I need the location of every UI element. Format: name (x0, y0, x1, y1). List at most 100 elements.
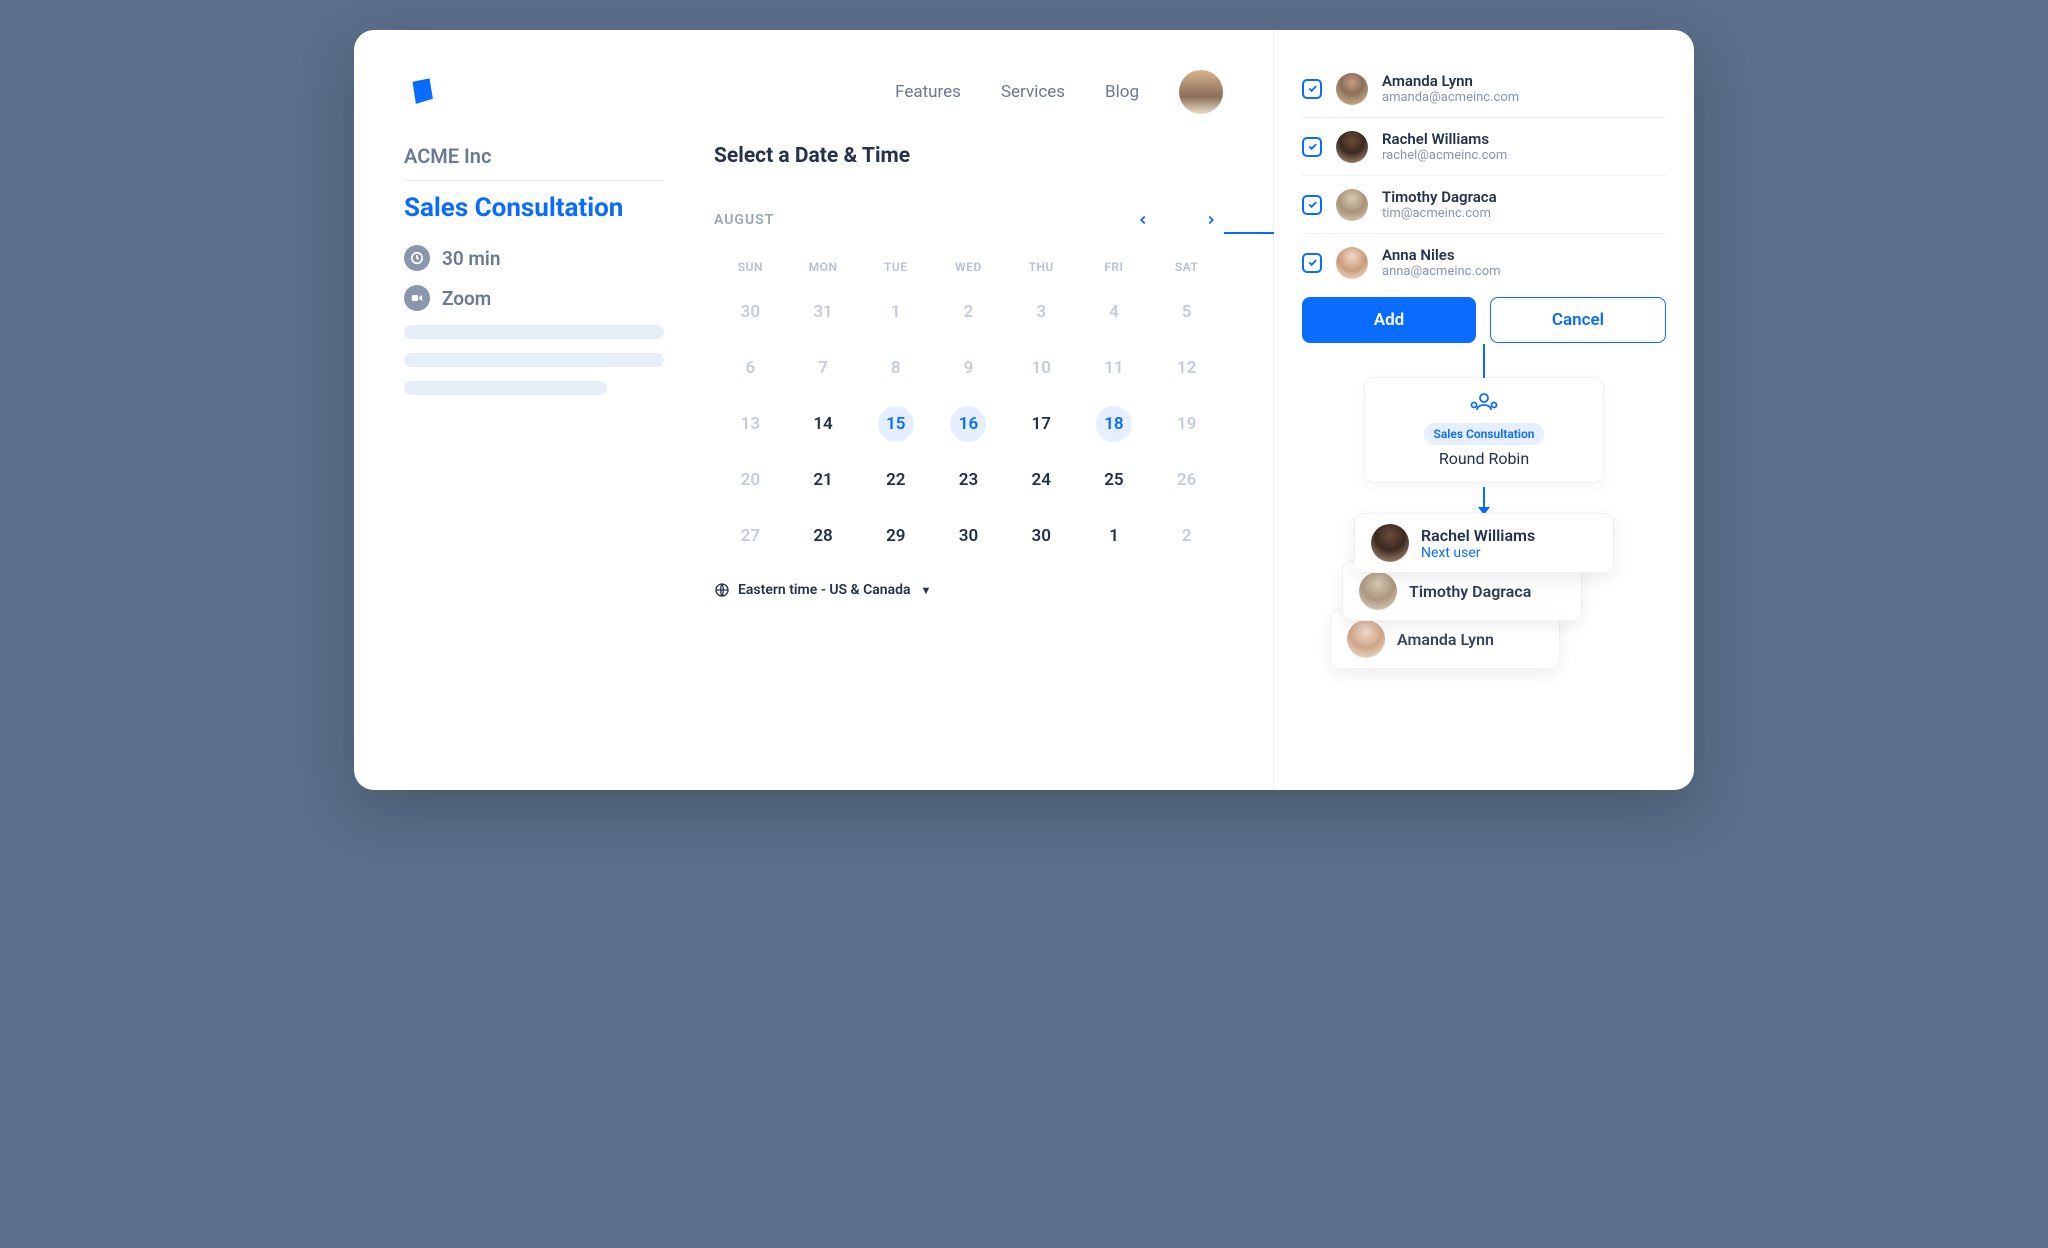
calendar-heading: Select a Date & Time (714, 144, 1223, 168)
nav-links: Features Services Blog (895, 70, 1223, 114)
day-cell: 7 (805, 350, 841, 386)
next-month-button[interactable] (1199, 208, 1223, 232)
queue-user-name: Rachel Williams (1421, 526, 1535, 545)
person-list: Amanda Lynnamanda@acmeinc.comRachel Will… (1302, 60, 1666, 291)
person-name: Rachel Williams (1382, 130, 1507, 148)
nav-blog[interactable]: Blog (1105, 82, 1139, 102)
person-name: Timothy Dagraca (1382, 188, 1497, 206)
person-row: Amanda Lynnamanda@acmeinc.com (1302, 60, 1666, 118)
day-head: FRI (1078, 260, 1151, 274)
day-cell: 5 (1169, 294, 1205, 330)
checkbox[interactable] (1302, 195, 1322, 215)
day-cell[interactable]: 18 (1096, 406, 1132, 442)
day-cell: 12 (1169, 350, 1205, 386)
flow-pill: Sales Consultation (1424, 423, 1545, 445)
month-row: AUGUST (714, 208, 1223, 232)
person-email: tim@acmeinc.com (1382, 206, 1497, 221)
avatar (1336, 131, 1368, 163)
placeholder-line (404, 325, 664, 339)
day-cell[interactable]: 14 (805, 406, 841, 442)
person-row: Rachel Williamsrachel@acmeinc.com (1302, 118, 1666, 176)
connector-line (1224, 232, 1274, 234)
clock-icon (404, 245, 430, 271)
day-cell[interactable]: 17 (1023, 406, 1059, 442)
checkbox[interactable] (1302, 137, 1322, 157)
team-icon (1395, 392, 1573, 419)
day-cell: 19 (1169, 406, 1205, 442)
content-row: ACME Inc Sales Consultation 30 min Zoom (404, 144, 1223, 760)
day-cell[interactable]: 22 (878, 462, 914, 498)
day-cell[interactable]: 1 (1096, 518, 1132, 554)
person-email: amanda@acmeinc.com (1382, 90, 1519, 105)
main-panel: Features Services Blog ACME Inc Sales Co… (354, 30, 1274, 790)
avatar (1336, 247, 1368, 279)
day-cell: 3 (1023, 294, 1059, 330)
user-avatar[interactable] (1179, 70, 1223, 114)
day-head: WED (932, 260, 1005, 274)
day-cell: 31 (805, 294, 841, 330)
day-head: MON (787, 260, 860, 274)
day-cell: 30 (732, 294, 768, 330)
day-cell[interactable]: 23 (950, 462, 986, 498)
day-cell: 10 (1023, 350, 1059, 386)
queue-user-name: Timothy Dagraca (1409, 582, 1531, 601)
person-email: rachel@acmeinc.com (1382, 148, 1507, 163)
nav-services[interactable]: Services (1001, 82, 1065, 102)
day-cell[interactable]: 29 (878, 518, 914, 554)
day-cell: 9 (950, 350, 986, 386)
person-name: Anna Niles (1382, 246, 1501, 264)
day-cell[interactable]: 24 (1023, 462, 1059, 498)
platform-row: Zoom (404, 285, 664, 311)
day-cell[interactable]: 28 (805, 518, 841, 554)
globe-icon (714, 582, 730, 598)
day-cell[interactable]: 30 (950, 518, 986, 554)
user-queue: Rachel Williams Next user Timothy Dagrac… (1344, 513, 1624, 653)
queue-user-sub: Next user (1421, 545, 1535, 561)
event-title: Sales Consultation (404, 193, 664, 223)
nav-features[interactable]: Features (895, 82, 961, 102)
day-cell: 8 (878, 350, 914, 386)
add-button[interactable]: Add (1302, 297, 1476, 343)
avatar (1336, 73, 1368, 105)
day-cell: 2 (1169, 518, 1205, 554)
day-cell[interactable]: 15 (878, 406, 914, 442)
day-cell[interactable]: 16 (950, 406, 986, 442)
booking-sidebar: ACME Inc Sales Consultation 30 min Zoom (404, 144, 664, 760)
topbar: Features Services Blog (404, 70, 1223, 114)
day-cell: 13 (732, 406, 768, 442)
checkbox[interactable] (1302, 253, 1322, 273)
queue-card[interactable]: Rachel Williams Next user (1354, 513, 1614, 573)
person-name: Amanda Lynn (1382, 72, 1519, 90)
day-cell: 6 (732, 350, 768, 386)
checkbox[interactable] (1302, 79, 1322, 99)
day-head: SUN (714, 260, 787, 274)
flow-label: Round Robin (1395, 449, 1573, 468)
app-card: Features Services Blog ACME Inc Sales Co… (354, 30, 1694, 790)
placeholder-line (404, 353, 664, 367)
day-cell[interactable]: 21 (805, 462, 841, 498)
cancel-button[interactable]: Cancel (1490, 297, 1666, 343)
day-cell: 4 (1096, 294, 1132, 330)
flow-node[interactable]: Sales Consultation Round Robin (1364, 377, 1604, 483)
day-cell: 1 (878, 294, 914, 330)
day-cell[interactable]: 30 (1023, 518, 1059, 554)
placeholder-line (404, 381, 607, 395)
day-cell: 27 (732, 518, 768, 554)
avatar (1336, 189, 1368, 221)
day-cell: 20 (732, 462, 768, 498)
calendar-grid: SUNMONTUEWEDTHUFRISAT3031123456789101112… (714, 260, 1223, 554)
day-cell[interactable]: 25 (1096, 462, 1132, 498)
timezone-selector[interactable]: Eastern time - US & Canada ▼ (714, 582, 1223, 598)
duration-row: 30 min (404, 245, 664, 271)
chevron-down-icon: ▼ (921, 584, 932, 597)
calendar-panel: Select a Date & Time AUGUST SUNMONTUEWED… (714, 144, 1223, 760)
prev-month-button[interactable] (1131, 208, 1155, 232)
duration-text: 30 min (442, 247, 500, 270)
month-label: AUGUST (714, 212, 1115, 228)
platform-text: Zoom (442, 287, 491, 310)
day-cell: 26 (1169, 462, 1205, 498)
day-head: SAT (1150, 260, 1223, 274)
person-email: anna@acmeinc.com (1382, 264, 1501, 279)
day-head: TUE (859, 260, 932, 274)
person-row: Timothy Dagracatim@acmeinc.com (1302, 176, 1666, 234)
